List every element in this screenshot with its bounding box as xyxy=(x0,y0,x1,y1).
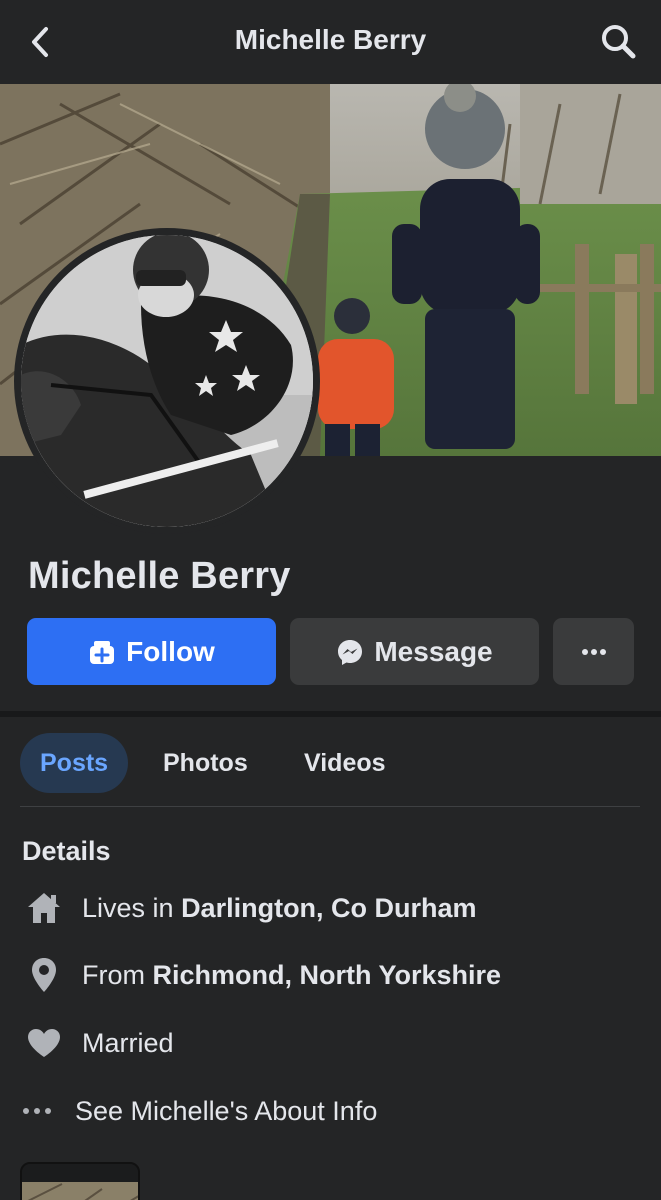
page-title: Michelle Berry xyxy=(234,24,427,55)
tab-videos[interactable]: Videos xyxy=(304,733,386,793)
more-dots-icon xyxy=(22,1089,52,1133)
relationship-status: Married xyxy=(82,1027,174,1058)
section-divider xyxy=(0,711,661,717)
follow-button[interactable]: Follow xyxy=(27,618,276,685)
tab-posts[interactable]: Posts xyxy=(20,733,129,793)
lives-prefix: Lives in xyxy=(82,892,182,923)
detail-relationship: Married xyxy=(22,1021,174,1065)
detail-from: From Richmond, North Yorkshire xyxy=(22,953,501,997)
from-place[interactable]: Richmond, North Yorkshire xyxy=(153,960,502,991)
follow-label: Follow xyxy=(126,635,215,667)
home-icon xyxy=(22,886,66,930)
location-pin-icon xyxy=(22,953,66,997)
message-label: Message xyxy=(374,635,493,667)
detail-lives-in: Lives in Darlington, Co Durham xyxy=(22,886,477,930)
see-about-info-link[interactable]: See Michelle's About Info xyxy=(22,1089,377,1133)
photo-thumbnail[interactable] xyxy=(20,1162,140,1200)
avatar[interactable] xyxy=(21,235,313,527)
tabs-divider xyxy=(20,806,640,807)
details-heading: Details xyxy=(22,836,111,866)
more-options-button[interactable] xyxy=(553,618,634,685)
more-dots-icon xyxy=(581,648,606,655)
search-icon xyxy=(602,25,636,59)
heart-icon xyxy=(22,1021,66,1065)
profile-name: Michelle Berry xyxy=(28,555,291,597)
follow-icon xyxy=(88,638,116,666)
message-button[interactable]: Message xyxy=(290,618,539,685)
tab-photos[interactable]: Photos xyxy=(163,733,248,793)
search-button[interactable] xyxy=(597,20,641,64)
from-prefix: From xyxy=(82,959,153,990)
about-info-label: See Michelle's About Info xyxy=(75,1095,378,1126)
lives-place[interactable]: Darlington, Co Durham xyxy=(181,893,477,924)
top-bar: Michelle Berry xyxy=(0,0,661,84)
messenger-icon xyxy=(336,638,364,666)
